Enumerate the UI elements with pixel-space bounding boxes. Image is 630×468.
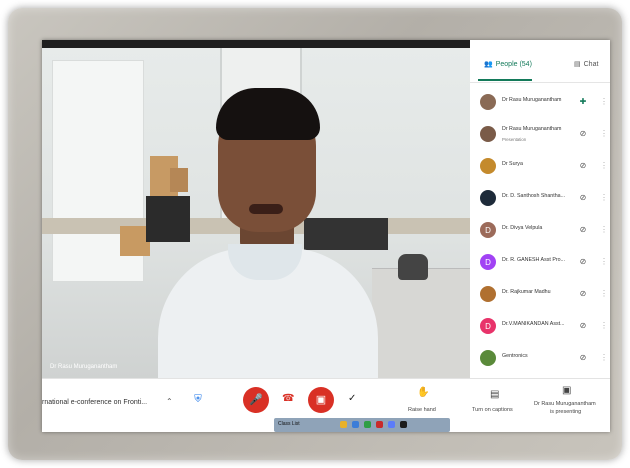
tab-chat[interactable]: ▤ Chat (574, 60, 599, 69)
more-options-icon[interactable]: ⋮ (600, 129, 608, 139)
background-appliance (398, 254, 428, 280)
checkmark-icon: ✓ (348, 393, 357, 404)
os-taskbar: Class List (274, 418, 450, 432)
hang-up-button[interactable]: ☎ (282, 393, 294, 404)
participant-name: Dr.V.MANIKANDAN Asst... (502, 321, 565, 327)
mic-toggle-button[interactable]: 🎤 (243, 387, 269, 413)
more-options-icon[interactable]: ⋮ (600, 161, 608, 171)
more-options-icon[interactable]: ⋮ (600, 289, 608, 299)
meet-window: Dr Rasu Muruganantham 👥 People (54) ▤ Ch… (42, 40, 610, 432)
participant-row[interactable]: Dr Rasu Muruganantham ✚ ⋮ (470, 90, 610, 120)
camera-toggle-button[interactable]: ▣ (308, 387, 334, 413)
chat-icon: ▤ (574, 61, 581, 68)
background-cabinet (372, 268, 470, 378)
speaker-video: Dr Rasu Muruganantham (42, 48, 470, 378)
background-monitor (304, 218, 388, 250)
app-icon[interactable] (388, 421, 395, 428)
participant-name: Dr. D. Santhosh Shantha... (502, 193, 566, 199)
mic-off-icon: 🎤 (249, 394, 263, 406)
more-options-icon[interactable]: ⋮ (600, 353, 608, 363)
mic-off-icon[interactable]: ⊘ (578, 353, 588, 363)
participant-row[interactable]: Dr Rasu Muruganantham Presentation ⊘ ⋮ (470, 122, 610, 152)
participant-name: Gentronics (502, 353, 528, 359)
participant-name: Dr Surya (502, 161, 523, 167)
captions-icon[interactable]: ▤ (490, 389, 499, 400)
browser-top-bar (42, 40, 472, 48)
app-icon[interactable] (376, 421, 383, 428)
participant-name: Dr Rasu Muruganantham (502, 126, 562, 132)
avatar (480, 190, 496, 206)
speaker-hair (216, 88, 320, 140)
tab-people-label: People (54) (495, 60, 532, 68)
participant-name: Dr. Rajkumar Madhu (502, 289, 551, 295)
tab-chat-label: Chat (583, 60, 599, 68)
participant-row[interactable]: Dr. D. Santhosh Shantha... ⊘ ⋮ (470, 186, 610, 216)
avatar: D (480, 222, 496, 238)
participant-row[interactable]: Dr. Rajkumar Madhu ⊘ ⋮ (470, 282, 610, 312)
folder-icon[interactable] (340, 421, 347, 428)
mic-off-icon[interactable]: ⊘ (578, 321, 588, 331)
captions-label[interactable]: Turn on captions (472, 407, 513, 413)
participant-name: Dr Rasu Muruganantham (502, 97, 562, 103)
avatar (480, 126, 496, 142)
tab-people[interactable]: 👥 People (54) (484, 60, 532, 69)
camera-off-icon: ▣ (315, 394, 327, 406)
speaker-name-label: Dr Rasu Muruganantham (50, 364, 118, 370)
avatar (480, 94, 496, 110)
people-icon: 👥 (484, 61, 493, 68)
mic-off-icon[interactable]: ⊘ (578, 289, 588, 299)
more-options-icon[interactable]: ⋮ (600, 97, 608, 107)
shield-icon[interactable]: ⛨ (192, 393, 204, 407)
participant-row[interactable]: Dr Surya ⊘ ⋮ (470, 154, 610, 184)
meeting-title[interactable]: rnational e-conference on Fronti... (42, 399, 147, 406)
app-icon[interactable] (400, 421, 407, 428)
participant-row[interactable]: D Dr.V.MANIKANDAN Asst... ⊘ ⋮ (470, 314, 610, 344)
participant-subtitle: Presentation (502, 137, 527, 142)
more-options-icon[interactable]: ⋮ (600, 193, 608, 203)
more-options-icon[interactable]: ⋮ (600, 321, 608, 331)
raise-hand-icon[interactable]: ✋ (417, 387, 429, 398)
avatar: D (480, 254, 496, 270)
participant-row[interactable]: D Dr. R. GANESH Asst Pro... ⊘ ⋮ (470, 250, 610, 280)
avatar (480, 350, 496, 366)
participant-row[interactable]: D Dr. Divya Velpula ⊘ ⋮ (470, 218, 610, 248)
participant-name: Dr. Divya Velpula (502, 225, 543, 231)
active-tab-indicator (478, 79, 532, 81)
pin-icon[interactable]: ✚ (578, 97, 588, 107)
participant-name: Dr. R. GANESH Asst Pro... (502, 257, 565, 263)
background-computer (146, 196, 190, 242)
panel-tabs: 👥 People (54) ▤ Chat (470, 52, 610, 83)
app-icon[interactable] (352, 421, 359, 428)
mic-off-icon[interactable]: ⊘ (578, 129, 588, 139)
more-options-icon[interactable]: ⋮ (600, 257, 608, 267)
participant-row[interactable]: Gentronics ⊘ ⋮ (470, 346, 610, 376)
taskbar-item[interactable]: Class List (278, 421, 300, 427)
mic-off-icon[interactable]: ⊘ (578, 193, 588, 203)
presenting-label-line2[interactable]: is presenting (550, 409, 581, 415)
app-icon[interactable] (364, 421, 371, 428)
present-icon[interactable]: ▣ (562, 385, 571, 396)
presenting-label-line1[interactable]: Dr Rasu Muruganantham (534, 401, 596, 407)
speaker-mouth (249, 204, 283, 214)
chevron-up-icon[interactable]: ⌃ (166, 397, 173, 406)
background-box (170, 168, 188, 192)
mic-off-icon[interactable]: ⊘ (578, 161, 588, 171)
avatar: D (480, 318, 496, 334)
raise-hand-label[interactable]: Raise hand (408, 407, 436, 413)
avatar (480, 286, 496, 302)
mic-off-icon[interactable]: ⊘ (578, 257, 588, 267)
people-panel: 👥 People (54) ▤ Chat Dr Rasu Murugananth… (470, 40, 610, 378)
avatar (480, 158, 496, 174)
mic-off-icon[interactable]: ⊘ (578, 225, 588, 235)
more-options-icon[interactable]: ⋮ (600, 225, 608, 235)
